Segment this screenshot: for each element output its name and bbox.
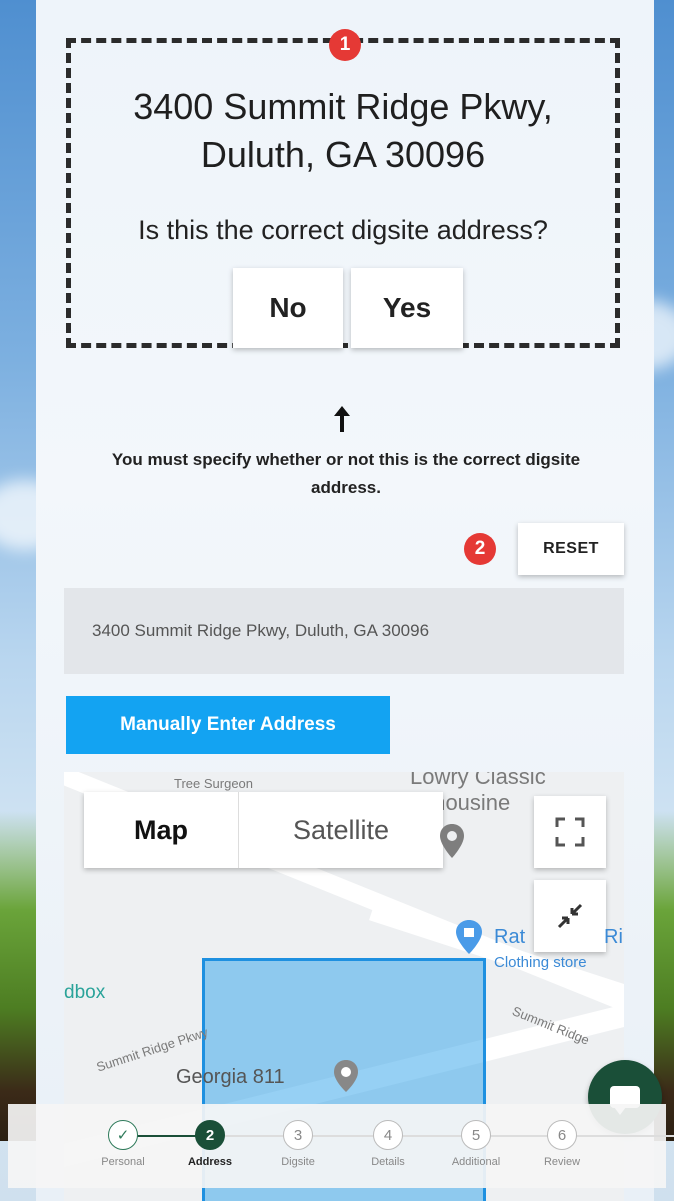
map-type-toggle: Map Satellite (84, 792, 443, 868)
map-pin-icon (440, 824, 464, 865)
step-digsite[interactable]: 3 Digsite (258, 1120, 338, 1168)
step-badge-1: 1 (329, 29, 361, 61)
step-details[interactable]: 4 Details (348, 1120, 428, 1168)
step-label: Digsite (281, 1156, 315, 1168)
main-panel: 1 3400 Summit Ridge Pkwy, Duluth, GA 300… (36, 0, 654, 1201)
address-field[interactable]: 3400 Summit Ridge Pkwy, Duluth, GA 30096 (64, 588, 624, 674)
map-label-small: Tree Surgeon (174, 776, 254, 791)
georgia-pin-icon (334, 1060, 358, 1097)
map-label-store: Rat (494, 926, 526, 948)
step-label: Review (543, 1156, 581, 1168)
step-personal[interactable]: ✓ Personal (83, 1120, 163, 1168)
map-label-store-2: Ri (604, 926, 623, 948)
validation-warning: You must specify whether or not this is … (111, 450, 581, 497)
map-label-georgia: Georgia 811 (176, 1066, 285, 1088)
map-tab-map[interactable]: Map (84, 792, 239, 868)
progress-stepper: ✓ Personal 2 Address 3 Digsite 4 Details… (8, 1104, 674, 1188)
step-label: Address (187, 1156, 233, 1168)
clothing-store-icon (456, 920, 482, 959)
fullscreen-icon[interactable] (534, 796, 606, 868)
reset-button[interactable]: RESET (518, 523, 624, 575)
address-confirm-box: 1 3400 Summit Ridge Pkwy, Duluth, GA 300… (66, 29, 620, 348)
step-number: 2 (195, 1120, 225, 1150)
step-badge-2: 2 (464, 533, 496, 565)
step-review[interactable]: 6 Review (522, 1120, 602, 1168)
map-label-store-type: Clothing store (494, 954, 587, 971)
step-additional[interactable]: 5 Additional (436, 1120, 516, 1168)
map-tab-satellite[interactable]: Satellite (239, 792, 443, 868)
step-number: 6 (547, 1120, 577, 1150)
collapse-map-icon[interactable] (534, 880, 606, 952)
map-label-limo: Lowry Classic (410, 772, 546, 789)
confirm-question: Is this the correct digsite address? (138, 215, 548, 245)
step-number: 3 (283, 1120, 313, 1150)
manual-address-button[interactable]: Manually Enter Address (66, 696, 390, 754)
address-line-1: 3400 Summit Ridge Pkwy, (133, 86, 553, 127)
address-field-value: 3400 Summit Ridge Pkwy, Duluth, GA 30096 (92, 621, 430, 640)
digsite-address-title: 3400 Summit Ridge Pkwy, Duluth, GA 30096 (71, 83, 615, 179)
step-number: 4 (373, 1120, 403, 1150)
step-number: 5 (461, 1120, 491, 1150)
address-line-2: Duluth, GA 30096 (200, 134, 486, 175)
step-check-icon: ✓ (108, 1120, 138, 1150)
yes-button[interactable]: Yes (351, 268, 463, 348)
step-address[interactable]: 2 Address (170, 1120, 250, 1168)
step-label: Details (371, 1156, 405, 1168)
arrow-up-icon (334, 406, 350, 439)
no-button[interactable]: No (233, 268, 343, 348)
map-label-dbox: dbox (64, 982, 106, 1003)
step-label: Additional (451, 1156, 501, 1168)
step-label: Personal (101, 1156, 145, 1168)
